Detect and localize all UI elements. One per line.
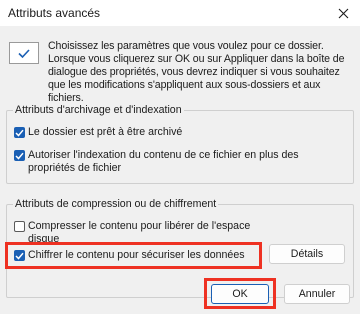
close-button[interactable] — [332, 2, 354, 24]
advanced-attributes-dialog: Attributs avancés Choisissez les paramèt… — [0, 0, 360, 314]
allow-indexing-checkbox[interactable] — [14, 150, 25, 161]
archive-indexing-group: Attributs d'archivage et d'indexation Le… — [6, 104, 354, 184]
info-line: dialogue des propriétés, vous devrez ind… — [48, 66, 340, 78]
allow-indexing-label: Autoriser l'indexation du contenu de ce … — [28, 149, 299, 175]
compression-group-legend: Attributs de compression ou de chiffreme… — [13, 198, 219, 211]
info-line: que les modifications s'appliquent aux s… — [48, 79, 321, 104]
cancel-button[interactable]: Annuler — [284, 284, 350, 304]
archive-group-legend: Attributs d'archivage et d'indexation — [13, 104, 184, 117]
compress-label-line: Compresser le contenu pour libérer de l'… — [28, 220, 251, 232]
info-line: Choisissez les paramètres que vous voule… — [48, 40, 324, 52]
allow-indexing-label-line: Autoriser l'indexation du contenu de ce … — [28, 149, 299, 161]
encrypt-label: Chiffrer le contenu pour sécuriser les d… — [28, 249, 245, 261]
archive-ready-checkbox[interactable] — [14, 127, 25, 138]
dialog-title: Attributs avancés — [8, 6, 101, 20]
info-line: Lorsque vous cliquerez sur OK ou sur App… — [48, 53, 345, 65]
ok-button[interactable]: OK — [211, 284, 269, 304]
allow-indexing-label-line: propriétés de fichier — [28, 162, 122, 174]
close-icon — [338, 8, 348, 18]
encrypt-checkbox[interactable] — [14, 250, 25, 261]
compress-label: Compresser le contenu pour libérer de l'… — [28, 220, 250, 246]
info-description: Choisissez les paramètres que vous voule… — [48, 40, 354, 105]
compress-checkbox[interactable] — [14, 221, 25, 232]
details-button[interactable]: Détails — [269, 244, 345, 264]
dialog-body: Choisissez les paramètres que vous voule… — [0, 26, 360, 314]
encrypt-option[interactable]: Chiffrer le contenu pour sécuriser les d… — [14, 249, 245, 262]
archive-ready-option[interactable]: Le dossier est prêt à être archivé — [14, 126, 182, 139]
compress-label-line: disque — [28, 233, 60, 245]
checkbox-info-icon — [9, 42, 39, 64]
allow-indexing-option[interactable]: Autoriser l'indexation du contenu de ce … — [14, 149, 299, 175]
archive-ready-label: Le dossier est prêt à être archivé — [28, 126, 183, 138]
compress-option[interactable]: Compresser le contenu pour libérer de l'… — [14, 220, 250, 246]
title-bar: Attributs avancés — [0, 0, 360, 26]
